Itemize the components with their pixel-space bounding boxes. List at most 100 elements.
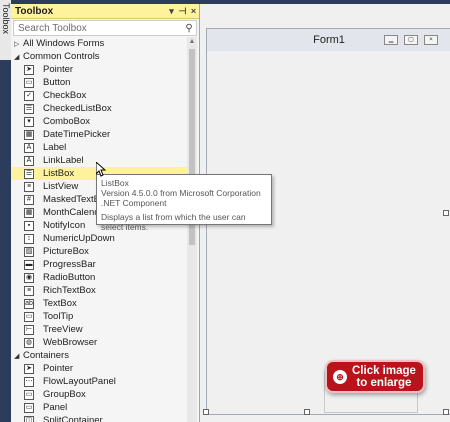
toolbox-item-label: PictureBox (43, 246, 89, 257)
toolbox-item-splitcontainer[interactable]: ◫ SplitContainer (11, 414, 187, 422)
toolbox-item-label: FlowLayoutPanel (43, 376, 116, 387)
toolbox-item-panel[interactable]: ▭ Panel (11, 401, 187, 414)
listview-icon: ≡ (24, 181, 34, 192)
toolbox-item-progressbar[interactable]: ▬ ProgressBar (11, 258, 187, 271)
toolbox-item-textbox[interactable]: ab TextBox (11, 297, 187, 310)
toolbox-item-label: ComboBox (43, 116, 90, 127)
progressbar-icon: ▬ (24, 259, 34, 270)
toolbox-item-label: WebBrowser (43, 337, 98, 348)
label-icon: A (24, 142, 34, 153)
search-icon[interactable]: ⚲ (182, 23, 196, 34)
search-input[interactable]: Search Toolbox ⚲ (13, 20, 197, 36)
toolbox-item-label: ProgressBar (43, 259, 96, 270)
toolbox-item-label: Label (43, 142, 67, 153)
side-strip: Toolbox (0, 0, 11, 422)
toolbox-item-picturebox[interactable]: ▨ PictureBox (11, 245, 187, 258)
splitcontainer-icon: ◫ (24, 415, 34, 422)
datetimepicker-icon: ▦ (24, 129, 34, 140)
category-label: Containers (23, 350, 69, 361)
panel-icon: ▭ (24, 402, 34, 413)
groupbox-icon: ▭ (24, 389, 34, 400)
pin-icon[interactable]: ⊣ (177, 6, 188, 17)
pointer-icon: ➤ (24, 64, 34, 75)
checkedlistbox-icon: ☰ (24, 103, 34, 114)
notifyicon-icon: ▪ (24, 220, 34, 231)
toolbox-item-button[interactable]: ▭ Button (11, 76, 187, 89)
toolbox-item-radiobutton[interactable]: ◉ RadioButton (11, 271, 187, 284)
toolbox-item-checkedlistbox[interactable]: ☰ CheckedListBox (11, 102, 187, 115)
toolbox-item-combobox[interactable]: ▾ ComboBox (11, 115, 187, 128)
collapse-triangle-icon[interactable]: ◢ (14, 352, 23, 360)
search-placeholder: Search Toolbox (18, 22, 87, 34)
listbox-tooltip: ListBox Version 4.5.0.0 from Microsoft C… (96, 174, 272, 232)
toolbox-item-pointer[interactable]: ➤ Pointer (11, 362, 187, 375)
toolbox-item-richtextbox[interactable]: ≡ RichTextBox (11, 284, 187, 297)
treeview-icon: ⊢ (24, 324, 34, 335)
dropdown-icon[interactable]: ▾ (166, 6, 177, 17)
toolbox-item-label: LinkLabel (43, 155, 84, 166)
minimize-icon[interactable]: ▁ (384, 35, 398, 45)
toolbox-side-tab[interactable]: Toolbox (0, 0, 11, 60)
toolbox-item-label: ListView (43, 181, 79, 192)
toolbox-item-pointer[interactable]: ➤ Pointer (11, 63, 187, 76)
category-label: All Windows Forms (23, 38, 105, 49)
toolbox-item-label: NumericUpDown (43, 233, 115, 244)
category-label: Common Controls (23, 51, 100, 62)
click-to-enlarge-button[interactable]: ⊕ Click image to enlarge (325, 360, 425, 393)
toolbox-item-label: ToolTip (43, 311, 74, 322)
toolbox-item-numericupdown[interactable]: ↕ NumericUpDown (11, 232, 187, 245)
radiobutton-icon: ◉ (24, 272, 34, 283)
resize-handle-bottom[interactable] (304, 409, 310, 415)
toolbox-item-label: TreeView (43, 324, 83, 335)
toolbox-item-label: Button (43, 77, 71, 88)
toolbox-title: Toolbox (15, 5, 54, 17)
toolbox-item-tooltip[interactable]: ▭ ToolTip (11, 310, 187, 323)
category-containers[interactable]: ◢ Containers (11, 349, 187, 362)
webbrowser-icon: ◍ (24, 337, 34, 348)
toolbox-item-label: DateTimePicker (43, 129, 111, 140)
collapse-triangle-icon[interactable]: ◢ (14, 53, 23, 61)
toolbox-item-label: Pointer (43, 363, 74, 374)
tooltip-icon: ▭ (24, 311, 34, 322)
enlarge-line-2: to enlarge (356, 376, 412, 389)
tooltip-version: Version 4.5.0.0 from Microsoft Corporati… (101, 188, 261, 198)
picturebox-icon: ▨ (24, 246, 34, 257)
form-title: Form1 (313, 34, 345, 46)
toolbox-item-label: RadioButton (43, 272, 96, 283)
pointer-icon: ➤ (24, 363, 34, 374)
toolbox-item-label: Pointer (43, 64, 74, 75)
toolbox-item-label: TextBox (43, 298, 77, 309)
maximize-icon[interactable]: ▢ (404, 35, 418, 45)
category-all-windows-forms[interactable]: ▷ All Windows Forms (11, 37, 187, 50)
combobox-icon: ▾ (24, 116, 34, 127)
magnifier-icon: ⊕ (333, 369, 347, 384)
toolbox-item-flowlayoutpanel[interactable]: ⋯ FlowLayoutPanel (11, 375, 187, 388)
resize-handle-bottom-left[interactable] (203, 409, 209, 415)
resize-handle-bottom-right[interactable] (443, 409, 449, 415)
textbox-icon: ab (24, 298, 34, 309)
tooltip-description: Displays a list from which the user can … (101, 212, 246, 232)
listbox-icon: ☰ (24, 168, 34, 179)
toolbox-item-label: RichTextBox (43, 285, 96, 296)
toolbox-item-treeview[interactable]: ⊢ TreeView (11, 323, 187, 336)
maskedtextbox-icon: # (24, 194, 34, 205)
toolbox-item-datetimepicker[interactable]: ▦ DateTimePicker (11, 128, 187, 141)
monthcalendar-icon: ▦ (24, 207, 34, 218)
side-tab-label: Toolbox (1, 3, 11, 35)
close-icon[interactable]: × (424, 35, 438, 45)
toolbox-item-groupbox[interactable]: ▭ GroupBox (11, 388, 187, 401)
checkbox-icon: ✓ (24, 90, 34, 101)
scroll-up-icon[interactable]: ▲ (187, 37, 197, 47)
form-titlebar: Form1 ▁ ▢ × (207, 29, 450, 51)
toolbox-item-checkbox[interactable]: ✓ CheckBox (11, 89, 187, 102)
expand-triangle-icon[interactable]: ▷ (14, 40, 23, 48)
toolbox-item-label[interactable]: A Label (11, 141, 187, 154)
numericupdown-icon: ↕ (24, 233, 34, 244)
category-common-controls[interactable]: ◢ Common Controls (11, 50, 187, 63)
toolbox-item-label: Panel (43, 402, 68, 413)
toolbox-item-label: CheckBox (43, 90, 87, 101)
resize-handle-right[interactable] (443, 210, 449, 216)
close-icon[interactable]: × (188, 6, 199, 16)
toolbox-item-webbrowser[interactable]: ◍ WebBrowser (11, 336, 187, 349)
tooltip-type: .NET Component (101, 198, 167, 208)
